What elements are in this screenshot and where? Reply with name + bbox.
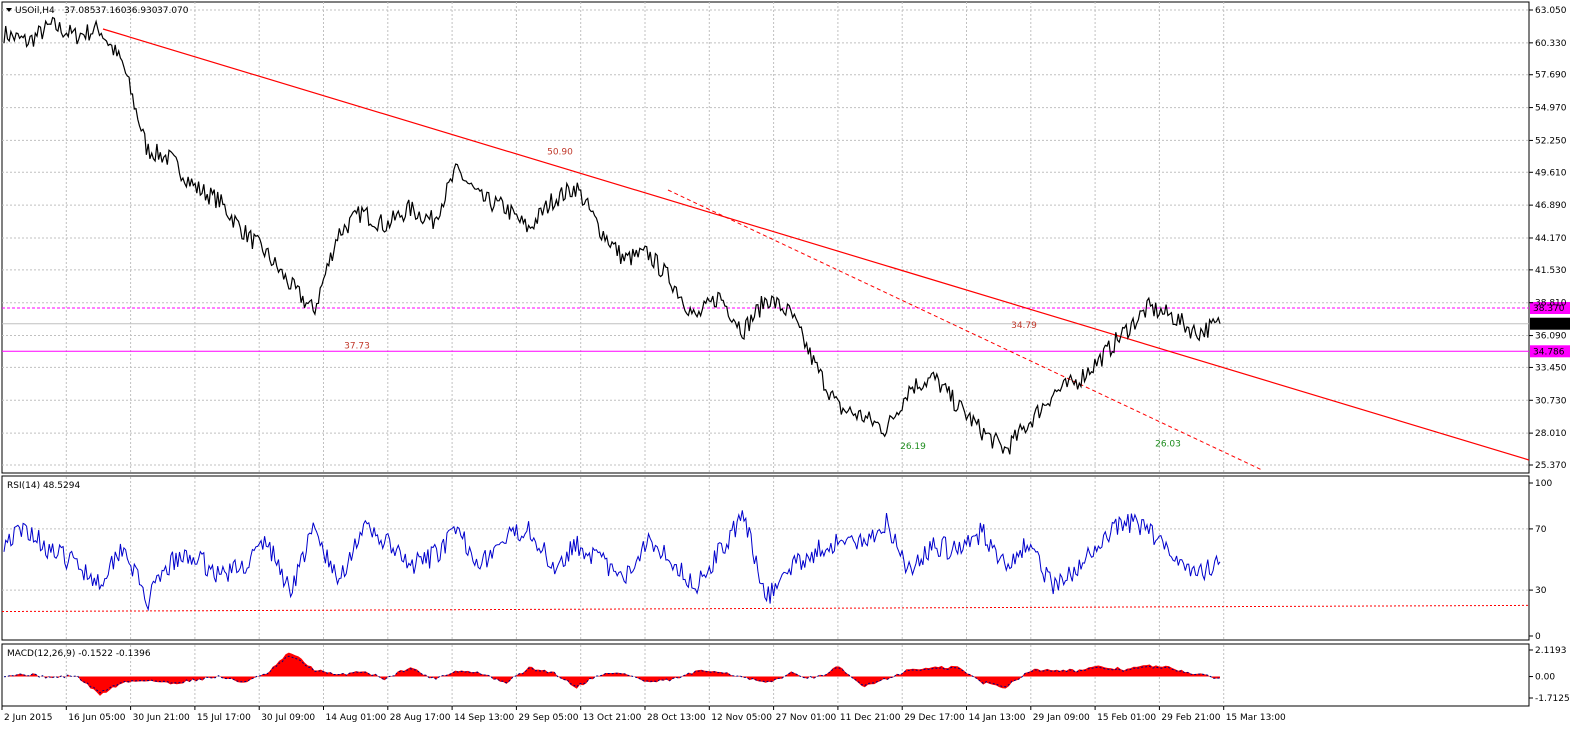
x-tick-label: 29 Sep 05:00 — [518, 713, 578, 723]
price-tick-label: 36.090 — [1535, 332, 1567, 342]
price-tick-label: 25.370 — [1535, 461, 1567, 471]
macd-tick-label: -1.7125 — [1535, 694, 1570, 704]
x-tick-label: 29 Feb 21:00 — [1161, 713, 1220, 723]
x-tick-label: 12 Nov 05:00 — [711, 713, 772, 723]
x-tick-label: 28 Aug 17:00 — [390, 713, 451, 723]
price-annotation: 37.73 — [344, 342, 370, 352]
x-tick-label: 29 Jan 09:00 — [1033, 713, 1090, 723]
x-tick-label: 15 Mar 13:00 — [1226, 713, 1286, 723]
price-tick-label: 38.810 — [1535, 299, 1567, 309]
macd-label: MACD(12,26,9) -0.1522 -0.1396 — [7, 649, 151, 659]
ohlc-open: 37.085 — [64, 6, 96, 16]
symbol-label: USOil,H4 — [15, 6, 55, 16]
x-tick-label: 14 Sep 13:00 — [454, 713, 514, 723]
price-tick-label: 28.010 — [1535, 429, 1567, 439]
price-annotation: 50.90 — [547, 147, 573, 157]
x-tick-label: 28 Oct 13:00 — [647, 713, 706, 723]
x-tick-label: 27 Nov 01:00 — [776, 713, 837, 723]
x-tick-label: 11 Dec 21:00 — [840, 713, 901, 723]
ohlc-close: 37.070 — [157, 6, 189, 16]
macd-tick-label: 0.00 — [1535, 673, 1555, 683]
rsi-tick-label: 0 — [1535, 632, 1541, 642]
price-tick-label: 63.050 — [1535, 6, 1567, 16]
x-tick-label: 13 Oct 21:00 — [583, 713, 642, 723]
price-tick-label: 57.690 — [1535, 71, 1567, 81]
price-annotation: 34.79 — [1011, 321, 1037, 331]
price-tick-label: 52.250 — [1535, 136, 1567, 146]
rsi-tick-label: 30 — [1535, 586, 1547, 596]
price-tick-label: 46.890 — [1535, 201, 1567, 211]
price-tick-label: 49.610 — [1535, 168, 1567, 178]
price-tick-label: 44.170 — [1535, 234, 1567, 244]
x-tick-label: 14 Jan 13:00 — [969, 713, 1026, 723]
price-tick-label: 30.730 — [1535, 396, 1567, 406]
macd-tick-label: 2.1193 — [1535, 646, 1567, 656]
price-chart[interactable]: 38.37037.07034.786 50.9037.7334.7926.19 2… — [0, 0, 1574, 730]
x-tick-label: 15 Feb 01:00 — [1097, 713, 1156, 723]
price-tick-label: 54.970 — [1535, 104, 1567, 114]
rsi-label: RSI(14) 48.5294 — [7, 481, 80, 491]
price-tag-label: 37.070 — [1533, 320, 1565, 330]
price-tick-label: 60.330 — [1535, 39, 1567, 49]
ohlc-high: 37.160 — [95, 6, 127, 16]
price-tick-label: 41.530 — [1535, 266, 1567, 276]
x-tick-label: 30 Jul 09:00 — [261, 713, 315, 723]
x-tick-label: 16 Jun 05:00 — [68, 713, 125, 723]
x-tick-label: 30 Jun 21:00 — [133, 713, 190, 723]
rsi-tick-label: 100 — [1535, 479, 1552, 489]
price-annotation: 26.03 — [1155, 440, 1181, 450]
x-tick-label: 14 Aug 01:00 — [326, 713, 387, 723]
price-tick-label: 33.450 — [1535, 363, 1567, 373]
x-tick-label: 15 Jul 17:00 — [197, 713, 251, 723]
x-tick-label: 29 Dec 17:00 — [904, 713, 965, 723]
price-annotation: 26.19 — [900, 442, 926, 452]
price-tag-label: 34.786 — [1533, 347, 1565, 357]
ohlc-low: 36.930 — [126, 6, 158, 16]
x-tick-label: 2 Jun 2015 — [4, 713, 52, 723]
rsi-tick-label: 70 — [1535, 525, 1547, 535]
